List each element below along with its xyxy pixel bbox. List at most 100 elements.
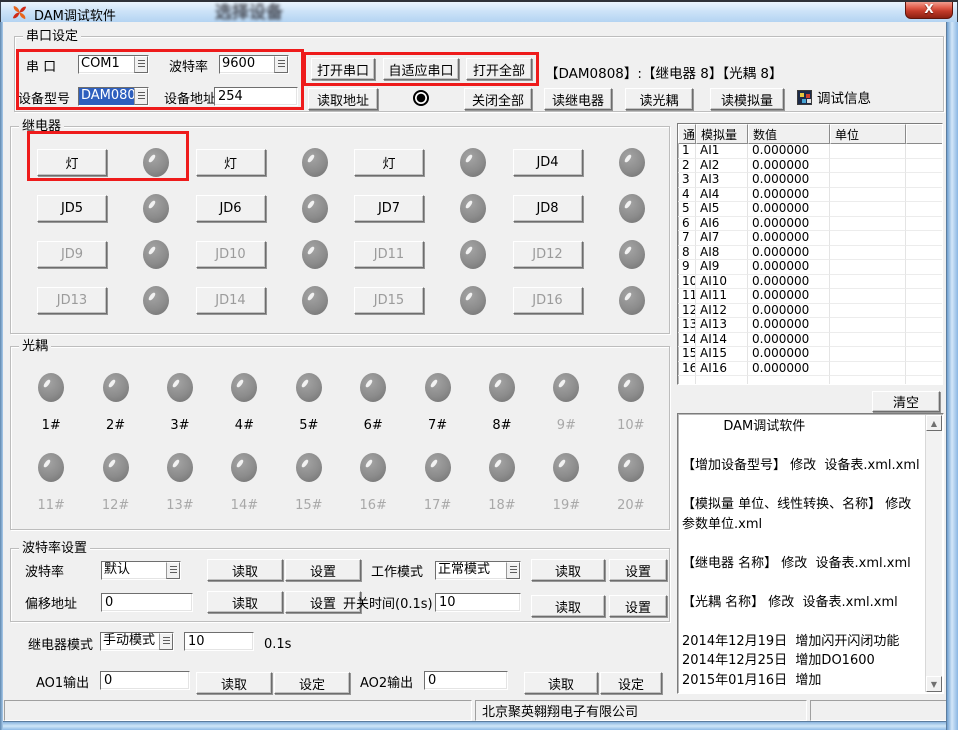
table-row[interactable]: 7AI70.000000 [678,231,942,246]
baudrate-set-button[interactable]: 设置 [285,559,361,581]
read-address-button[interactable]: 读取地址 [308,88,378,110]
analog-column-header[interactable]: 数值 [748,124,830,144]
work-mode-read-button[interactable]: 读取 [531,559,605,581]
relay-button-14[interactable]: JD14 [196,287,266,314]
title-bar[interactable]: 选择设备 DAM调试软件 [0,2,958,22]
relay-button-9[interactable]: JD9 [37,241,107,268]
ao2-input[interactable]: 0 [424,671,508,690]
relay-cell: JD6 [186,185,345,231]
close-button[interactable]: X [905,0,953,19]
table-row[interactable]: 1AI10.000000 [678,144,942,159]
table-cell [906,318,942,333]
analog-column-header[interactable]: 单位 [830,124,906,144]
opto-label: 6# [364,418,383,433]
table-row[interactable]: 2AI20.000000 [678,159,942,174]
adaptive-serial-button[interactable]: 自适应串口 [383,58,459,80]
work-mode-set-button[interactable]: 设置 [609,559,667,581]
table-cell [906,231,942,246]
table-row[interactable]: 12AI120.000000 [678,304,942,319]
analog-column-header[interactable] [906,124,942,144]
baudrate-read-button[interactable]: 读取 [207,559,283,581]
opto-group-title: 光耦 [19,339,51,354]
read-opto-button[interactable]: 读光耦 [625,88,693,110]
table-row[interactable]: 9AI90.000000 [678,260,942,275]
table-row[interactable]: 14AI140.000000 [678,333,942,348]
relay-button-10[interactable]: JD10 [196,241,266,268]
table-row[interactable]: 5AI50.000000 [678,202,942,217]
scroll-up-icon[interactable]: ▲ [926,415,942,431]
table-row[interactable] [678,376,942,385]
baudrate-combobox[interactable]: 9600 [219,55,289,74]
relay-button-16[interactable]: JD16 [513,287,583,314]
baudrate-setting-dropdown-icon[interactable] [166,562,180,579]
baudrate-setting-combobox[interactable]: 默认 [101,561,181,580]
relay-mode-dropdown-icon[interactable] [159,633,173,650]
read-analog-button[interactable]: 读模拟量 [710,88,784,110]
table-row[interactable]: 10AI100.000000 [678,275,942,290]
table-row[interactable]: 15AI150.000000 [678,347,942,362]
relay-button-12[interactable]: JD12 [513,241,583,268]
relay-button-3[interactable]: 灯 [354,149,424,176]
table-row[interactable]: 16AI160.000000 [678,362,942,377]
switch-time-label: 开关时间(0.1s) [343,597,433,612]
opto-led-5 [296,373,322,402]
relay-button-15[interactable]: JD15 [354,287,424,314]
open-all-button[interactable]: 打开全部 [466,58,532,80]
relay-button-5[interactable]: JD5 [37,195,107,222]
table-cell [830,246,906,261]
switch-time-input[interactable]: 10 [435,593,521,612]
device-model-dropdown-icon[interactable] [134,88,148,105]
relay-mode-combobox[interactable]: 手动模式 [100,632,174,651]
baudrate-dropdown-icon[interactable] [274,56,288,73]
port-combobox[interactable]: COM1 [78,55,149,74]
relay-led-6 [302,194,328,223]
device-model-combobox[interactable]: DAM0808 [78,87,149,106]
table-cell: 0.000000 [748,159,830,174]
table-row[interactable]: 4AI40.000000 [678,188,942,203]
relay-button-11[interactable]: JD11 [354,241,424,268]
relay-button-6[interactable]: JD6 [196,195,266,222]
debug-info-label[interactable]: 调试信息 [817,92,871,107]
relay-mode-time-input[interactable]: 10 [184,632,254,651]
relay-button-2[interactable]: 灯 [196,149,266,176]
switch-time-read-button[interactable]: 读取 [531,595,605,617]
ao1-set-button[interactable]: 设定 [274,672,350,694]
ao1-input[interactable]: 0 [100,671,190,690]
relay-button-13[interactable]: JD13 [37,287,107,314]
relay-cell: 灯 [27,139,186,185]
opto-cell: 1# [19,363,83,443]
analog-column-header[interactable]: 模拟量 [696,124,748,144]
device-address-input[interactable]: 254 [214,87,298,106]
relay-button-8[interactable]: JD8 [513,195,583,222]
read-relay-button[interactable]: 读继电器 [544,88,612,110]
ao1-read-button[interactable]: 读取 [196,672,272,694]
ao2-read-button[interactable]: 读取 [524,672,598,694]
close-all-button[interactable]: 关闭全部 [464,88,532,110]
ao1-value: 0 [104,673,112,688]
relay-button-7[interactable]: JD7 [354,195,424,222]
clear-button[interactable]: 清空 [872,391,940,412]
table-row[interactable]: 11AI110.000000 [678,289,942,304]
work-mode-value: 正常模式 [436,562,506,579]
table-cell: AI3 [696,173,748,188]
relay-button-4[interactable]: JD4 [513,149,583,176]
info-scrollbar[interactable]: ▲ ▼ [925,415,942,692]
ao2-set-button[interactable]: 设定 [600,672,662,694]
offset-read-button[interactable]: 读取 [207,591,283,613]
relay-mode-value: 手动模式 [101,633,159,650]
work-mode-dropdown-icon[interactable] [506,562,520,579]
port-dropdown-icon[interactable] [134,56,148,73]
relay-button-1[interactable]: 灯 [37,149,107,176]
table-row[interactable]: 8AI80.000000 [678,246,942,261]
scroll-down-icon[interactable]: ▼ [926,676,942,692]
switch-time-set-button[interactable]: 设置 [609,595,667,617]
open-serial-button[interactable]: 打开串口 [311,58,375,80]
work-mode-combobox[interactable]: 正常模式 [435,561,521,580]
table-row[interactable]: 13AI130.000000 [678,318,942,333]
table-row[interactable]: 6AI60.000000 [678,217,942,232]
opto-led-6 [360,373,386,402]
table-row[interactable]: 3AI30.000000 [678,173,942,188]
opto-led-18 [489,453,515,482]
analog-column-header[interactable]: 通 [678,124,696,144]
offset-address-input[interactable]: 0 [101,593,193,612]
